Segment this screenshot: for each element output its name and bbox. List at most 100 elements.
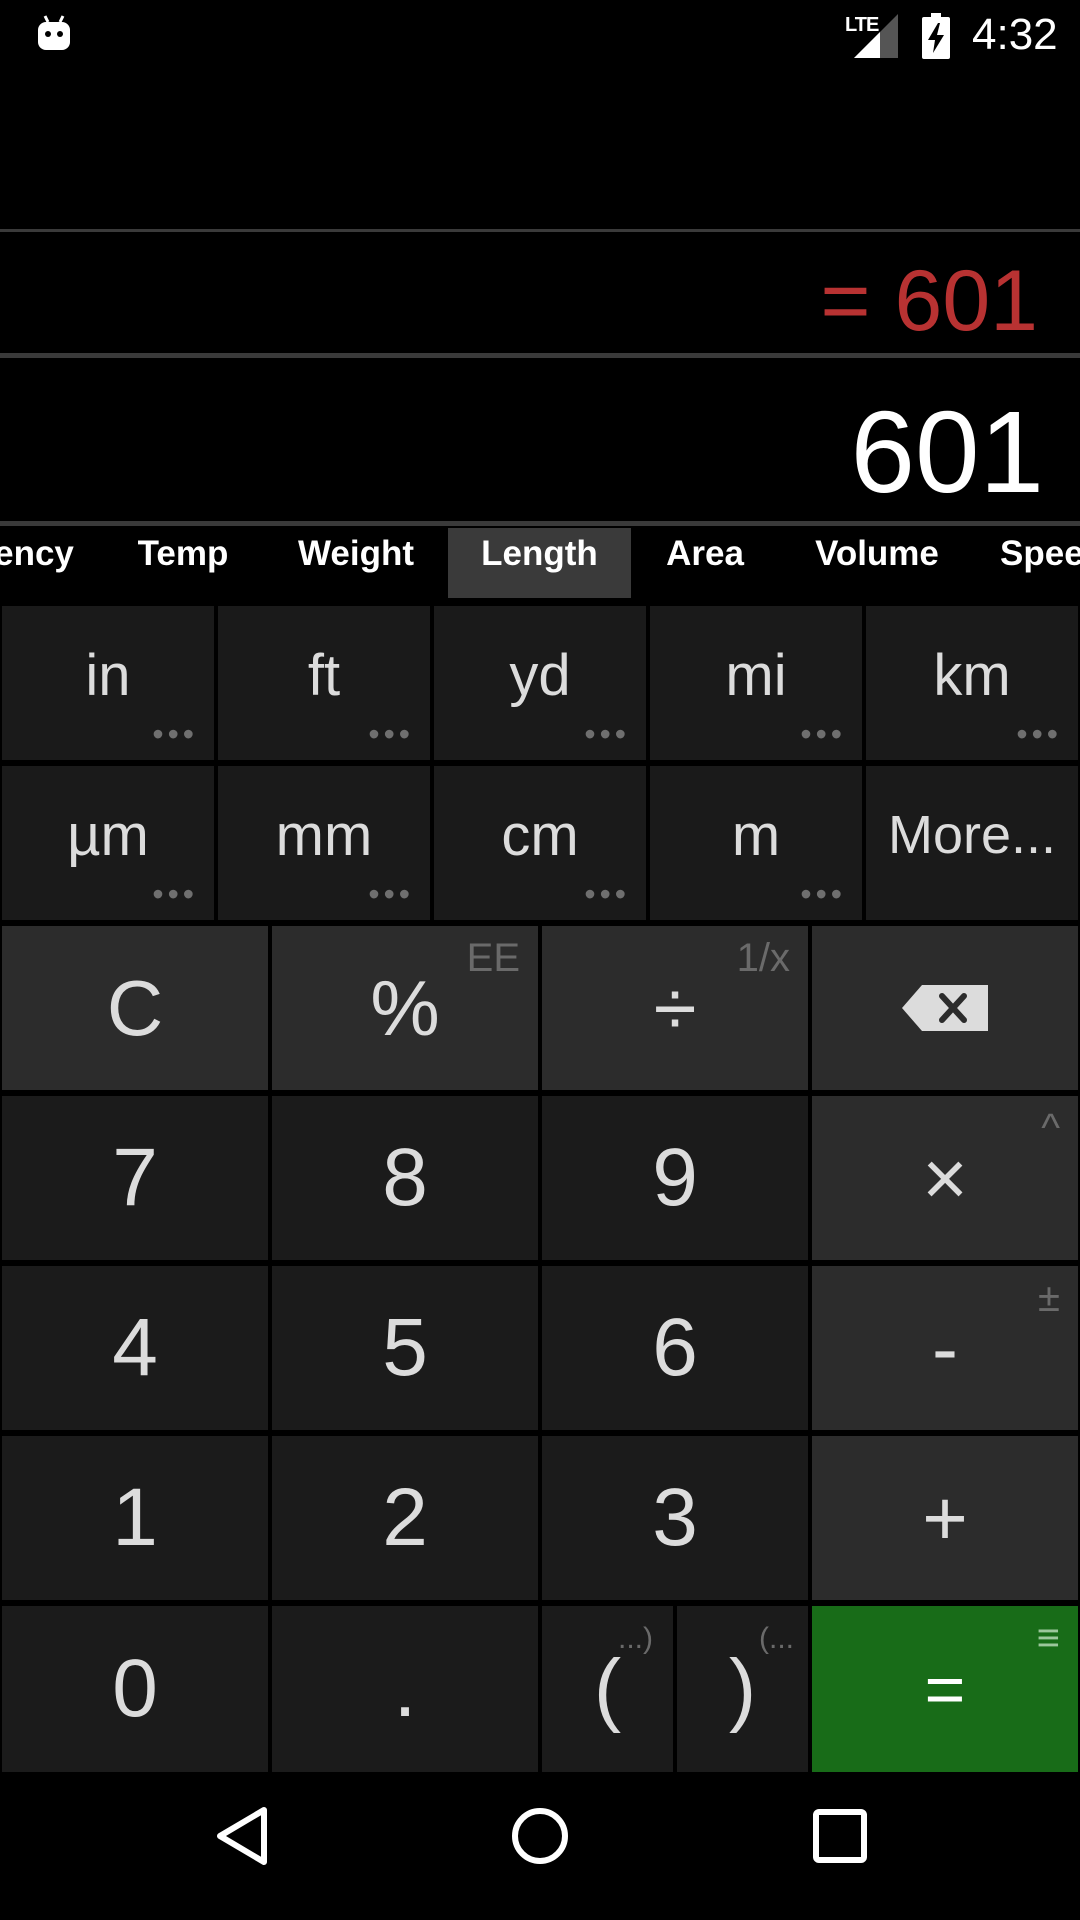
- open-paren-secondary-label: ...): [618, 1622, 653, 1655]
- more-dots-icon: •••: [584, 876, 630, 912]
- ee-secondary-label: EE: [466, 936, 520, 980]
- divider: [0, 229, 1080, 232]
- unit-key-mi[interactable]: mi •••: [650, 606, 862, 760]
- more-dots-icon: •••: [152, 716, 198, 752]
- clear-label: C: [106, 963, 164, 1052]
- digit-label: 0: [112, 1643, 158, 1734]
- more-label: More...: [887, 805, 1057, 865]
- equals-label: =: [924, 1650, 966, 1728]
- unit-label: m: [731, 802, 781, 868]
- divide-label: ÷: [653, 963, 697, 1052]
- unit-label: km: [933, 642, 1011, 708]
- result-display: = 601: [820, 253, 1038, 349]
- digit-2-button[interactable]: 2: [272, 1436, 538, 1600]
- menu-secondary-label: ≡: [1036, 1616, 1060, 1660]
- tab-area[interactable]: Area: [648, 528, 762, 598]
- unit-key-yd[interactable]: yd •••: [434, 606, 646, 760]
- signal-icon: [854, 14, 898, 58]
- more-dots-icon: •••: [800, 716, 846, 752]
- digit-0-button[interactable]: 0: [2, 1606, 268, 1772]
- more-dots-icon: •••: [1016, 716, 1062, 752]
- digit-label: 6: [652, 1302, 698, 1393]
- tab-temp[interactable]: Temp: [118, 528, 248, 598]
- divider: [0, 353, 1080, 358]
- tab-weight[interactable]: Weight: [283, 528, 429, 598]
- navigation-bar: [0, 1776, 1080, 1920]
- more-units-button[interactable]: More...: [866, 766, 1078, 920]
- unit-key-in[interactable]: in •••: [2, 606, 214, 760]
- multiply-label: ×: [922, 1133, 968, 1222]
- close-paren-secondary-label: (...: [759, 1622, 794, 1655]
- digit-label: 4: [112, 1302, 158, 1393]
- digit-label: 7: [112, 1132, 158, 1223]
- digit-3-button[interactable]: 3: [542, 1436, 808, 1600]
- close-paren-label: ): [728, 1643, 757, 1734]
- home-icon[interactable]: [510, 1806, 570, 1866]
- more-dots-icon: •••: [584, 716, 630, 752]
- digit-label: 3: [652, 1472, 698, 1563]
- digit-7-button[interactable]: 7: [2, 1096, 268, 1260]
- more-dots-icon: •••: [368, 716, 414, 752]
- unit-label: mi: [725, 642, 787, 708]
- back-icon[interactable]: [214, 1806, 270, 1866]
- digit-9-button[interactable]: 9: [542, 1096, 808, 1260]
- digit-label: 2: [382, 1472, 428, 1563]
- tab-speed[interactable]: Spee: [1000, 528, 1080, 598]
- tab-length[interactable]: Length: [448, 528, 631, 598]
- power-secondary-label: ^: [1041, 1106, 1060, 1150]
- android-bot-icon: [38, 15, 70, 50]
- unit-key-km[interactable]: km •••: [866, 606, 1078, 760]
- clear-button[interactable]: C: [2, 926, 268, 1090]
- unit-key-mm[interactable]: mm •••: [218, 766, 430, 920]
- digit-label: 9: [652, 1132, 698, 1223]
- open-paren-button[interactable]: ( ...): [542, 1606, 673, 1772]
- unit-label: µm: [67, 802, 149, 868]
- percent-label: %: [370, 963, 440, 1052]
- digit-8-button[interactable]: 8: [272, 1096, 538, 1260]
- digit-label: 1: [112, 1472, 158, 1563]
- minus-label: -: [932, 1303, 958, 1392]
- unit-key-cm[interactable]: cm •••: [434, 766, 646, 920]
- unit-key-m[interactable]: m •••: [650, 766, 862, 920]
- unit-label: in: [85, 642, 131, 708]
- minus-button[interactable]: - ±: [812, 1266, 1078, 1430]
- reciprocal-secondary-label: 1/x: [736, 936, 790, 980]
- status-bar: LTE 4:32: [0, 0, 1080, 72]
- unit-label: mm: [275, 802, 373, 868]
- divider: [0, 521, 1080, 526]
- digit-label: 8: [382, 1132, 428, 1223]
- category-tabs: ency Temp Weight Length Area Volume Spee: [0, 528, 1080, 602]
- unit-label: yd: [509, 642, 571, 708]
- close-paren-button[interactable]: ) (...: [677, 1606, 808, 1772]
- unit-label: cm: [501, 802, 579, 868]
- backspace-button[interactable]: [812, 926, 1078, 1090]
- more-dots-icon: •••: [800, 876, 846, 912]
- multiply-button[interactable]: × ^: [812, 1096, 1078, 1260]
- plus-minus-secondary-label: ±: [1038, 1276, 1060, 1320]
- unit-key-um[interactable]: µm •••: [2, 766, 214, 920]
- percent-button[interactable]: % EE: [272, 926, 538, 1090]
- unit-key-ft[interactable]: ft •••: [218, 606, 430, 760]
- more-dots-icon: •••: [368, 876, 414, 912]
- open-paren-label: (: [593, 1643, 622, 1734]
- plus-button[interactable]: +: [812, 1436, 1078, 1600]
- decimal-label: .: [393, 1643, 417, 1734]
- divide-button[interactable]: ÷ 1/x: [542, 926, 808, 1090]
- more-dots-icon: •••: [152, 876, 198, 912]
- backspace-icon: [902, 985, 988, 1031]
- clock: 4:32: [972, 10, 1058, 59]
- recents-icon[interactable]: [812, 1808, 868, 1864]
- digit-1-button[interactable]: 1: [2, 1436, 268, 1600]
- tab-volume[interactable]: Volume: [800, 528, 954, 598]
- digit-4-button[interactable]: 4: [2, 1266, 268, 1430]
- plus-label: +: [922, 1473, 968, 1562]
- digit-5-button[interactable]: 5: [272, 1266, 538, 1430]
- equals-button[interactable]: = ≡: [812, 1606, 1078, 1772]
- input-display[interactable]: 601: [850, 385, 1044, 519]
- decimal-point-button[interactable]: .: [272, 1606, 538, 1772]
- tab-currency[interactable]: ency: [0, 528, 88, 598]
- digit-6-button[interactable]: 6: [542, 1266, 808, 1430]
- digit-label: 5: [382, 1302, 428, 1393]
- unit-label: ft: [307, 642, 341, 708]
- battery-charging-icon: [922, 13, 950, 59]
